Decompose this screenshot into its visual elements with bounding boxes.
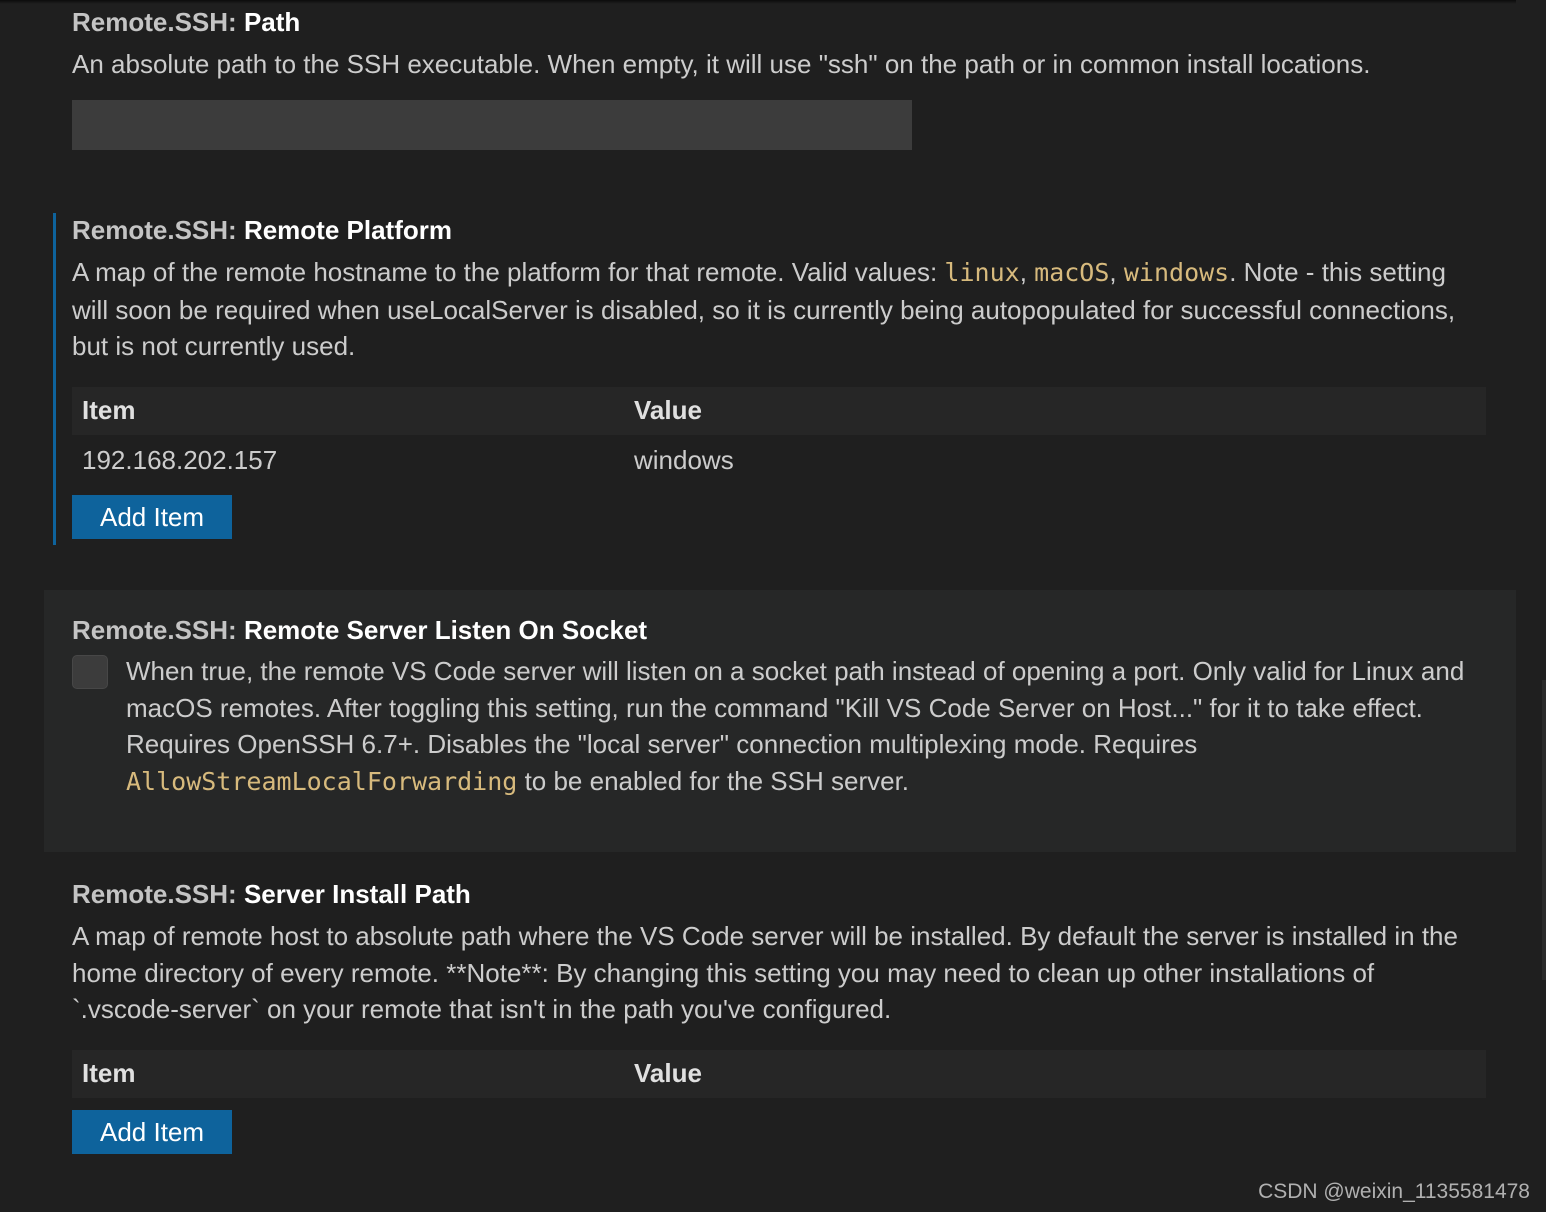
description-text: to be enabled for the SSH server.: [517, 765, 910, 796]
setting-description: A map of remote host to absolute path wh…: [72, 921, 1458, 1024]
listen-on-socket-checkbox[interactable]: [72, 655, 108, 689]
add-item-button[interactable]: Add Item: [72, 1109, 233, 1154]
description-text: When true, the remote VS Code server wil…: [126, 656, 1465, 759]
setting-name: Server Install Path: [243, 879, 471, 909]
setting-remote-platform: Remote.SSH: Remote Platform A map of the…: [44, 213, 1516, 545]
setting-title: Remote.SSH: Remote Server Listen On Sock…: [72, 613, 1486, 647]
setting-category: Remote.SSH:: [72, 7, 237, 37]
setting-path: Remote.SSH: Path An absolute path to the…: [44, 5, 1516, 150]
scroll-shadow: [0, 0, 1516, 4]
setting-name: Remote Platform: [243, 215, 452, 245]
settings-editor: Remote.SSH: Path An absolute path to the…: [0, 0, 1546, 1212]
code-linux: linux: [944, 258, 1020, 287]
setting-description: An absolute path to the SSH executable. …: [72, 49, 1371, 79]
setting-name: Remote Server Listen On Socket: [243, 615, 648, 645]
setting-category: Remote.SSH:: [72, 215, 237, 245]
setting-category: Remote.SSH:: [72, 615, 237, 645]
setting-title: Remote.SSH: Path: [72, 5, 1486, 39]
setting-category: Remote.SSH:: [72, 879, 237, 909]
header-item: Item: [82, 1058, 136, 1088]
code-allow-stream: AllowStreamLocalForwarding: [126, 766, 518, 796]
watermark: CSDN @weixin_1135581478: [1258, 1180, 1530, 1203]
setting-name: Path: [243, 7, 301, 37]
separator: ,: [1109, 257, 1124, 287]
object-table: Item Value 192.168.202.157 windows: [72, 386, 1486, 487]
header-item: Item: [82, 395, 136, 425]
setting-title: Remote.SSH: Remote Platform: [72, 213, 1486, 247]
code-windows: windows: [1123, 258, 1230, 287]
description-text: A map of the remote hostname to the plat…: [72, 257, 945, 287]
setting-listen-on-socket: Remote.SSH: Remote Server Listen On Sock…: [44, 590, 1516, 852]
row-item: 192.168.202.157: [82, 445, 278, 475]
code-macos: macOS: [1034, 258, 1110, 287]
header-value: Value: [634, 1058, 702, 1088]
setting-server-install-path: Remote.SSH: Server Install Path A map of…: [44, 877, 1516, 1154]
checkbox-row: When true, the remote VS Code server wil…: [72, 653, 1486, 800]
table-header: Item Value: [72, 1049, 1486, 1098]
setting-description: When true, the remote VS Code server wil…: [126, 653, 1486, 800]
setting-description: A map of the remote hostname to the plat…: [72, 254, 1486, 365]
table-row[interactable]: 192.168.202.157 windows: [72, 435, 1486, 487]
ssh-path-input[interactable]: [72, 99, 912, 150]
object-table: Item Value: [72, 1049, 1486, 1098]
add-item-button[interactable]: Add Item: [72, 494, 233, 539]
row-value: windows: [634, 445, 734, 475]
scrollbar[interactable]: [1542, 680, 1546, 980]
header-value: Value: [634, 395, 702, 425]
separator: ,: [1019, 257, 1035, 287]
setting-title: Remote.SSH: Server Install Path: [72, 877, 1486, 911]
table-header: Item Value: [72, 386, 1486, 435]
